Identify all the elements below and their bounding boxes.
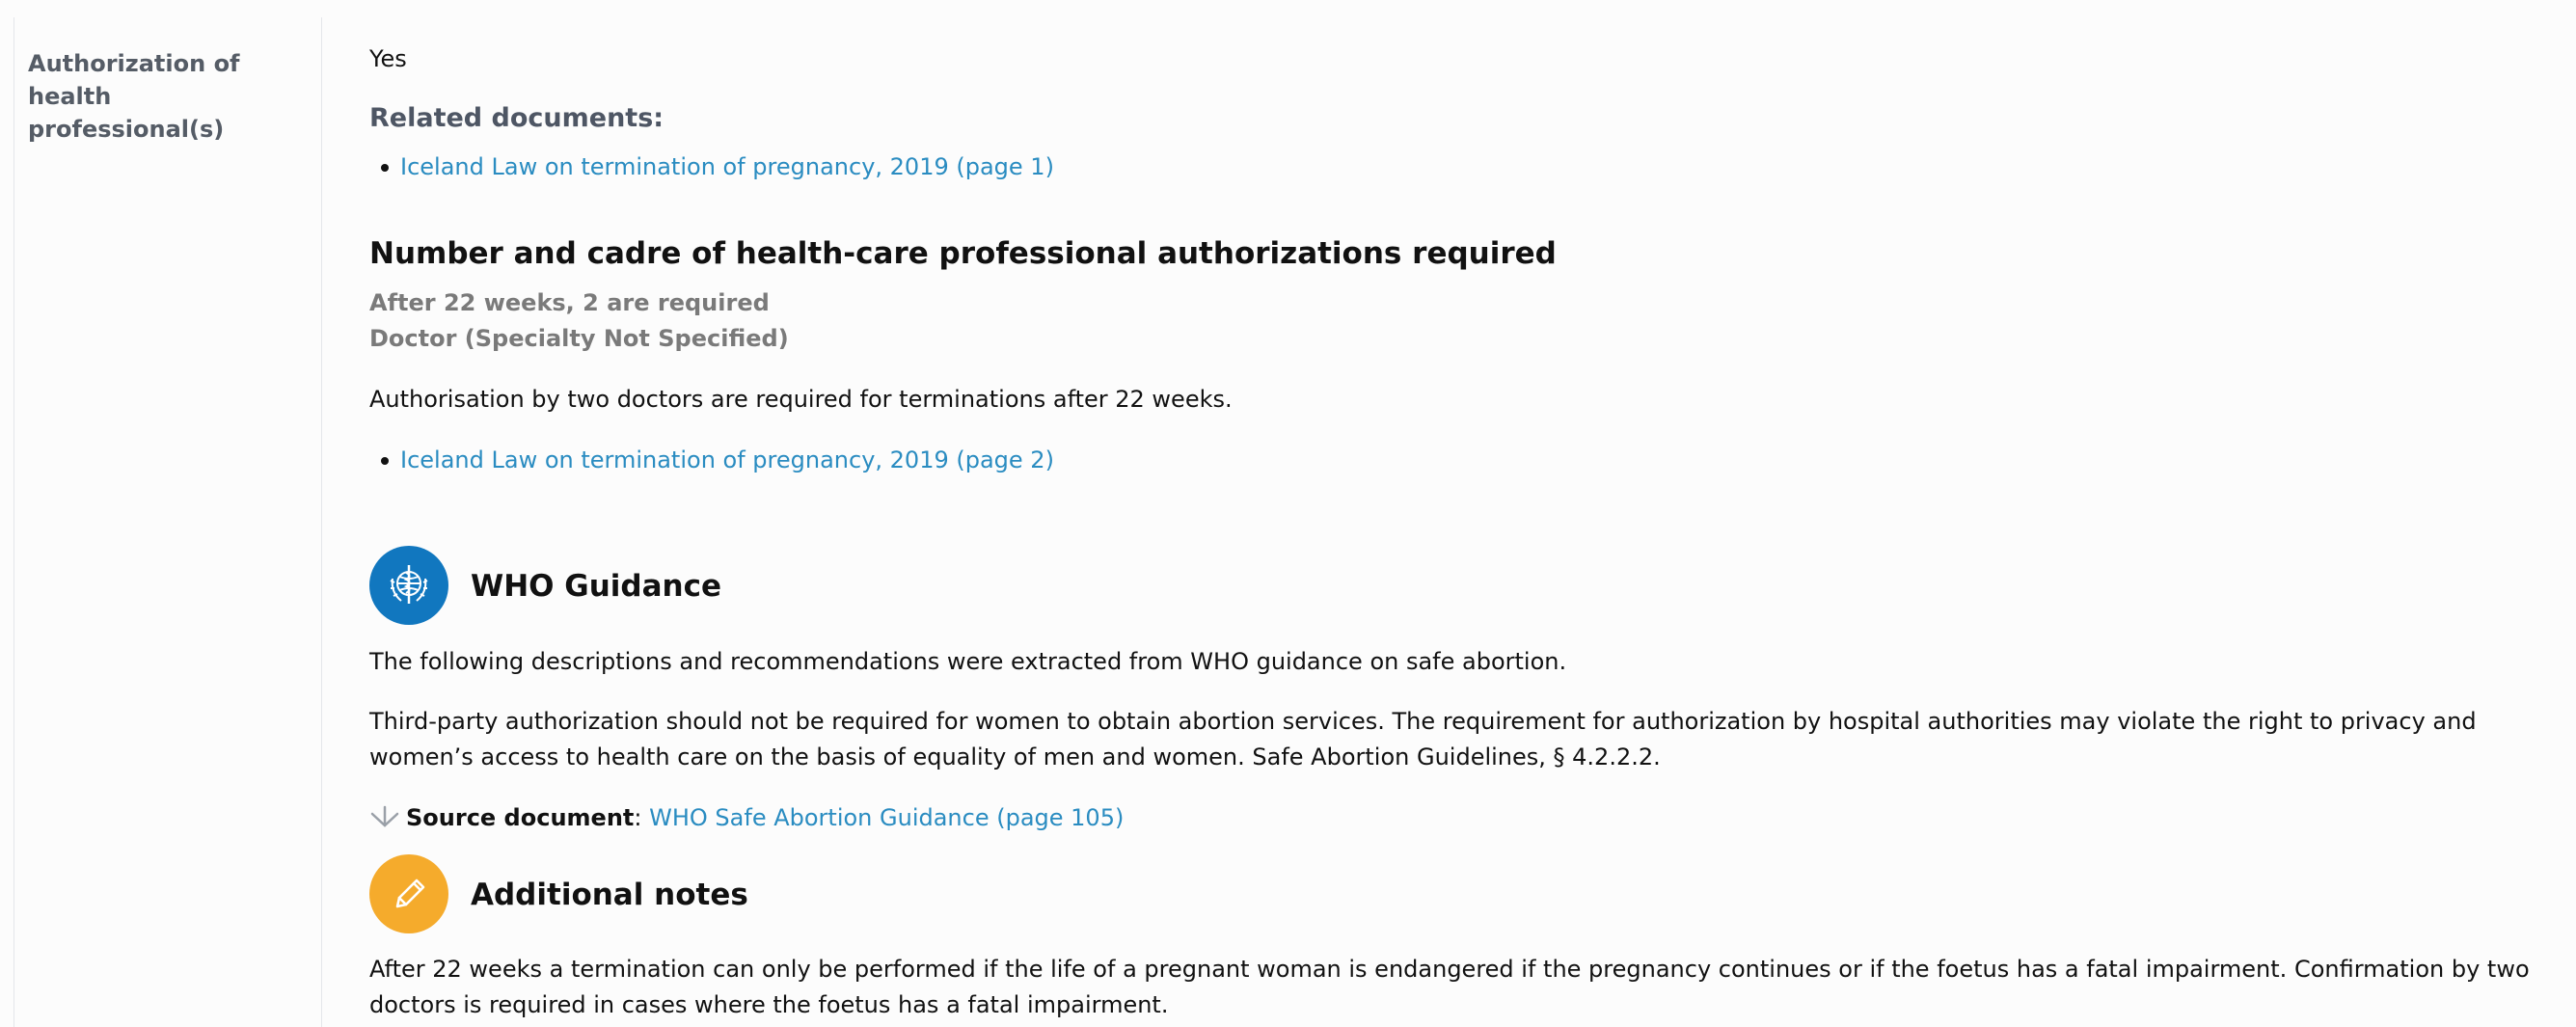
- table-column-divider: [321, 17, 322, 1027]
- pencil-icon: [395, 878, 425, 908]
- source-document-line: Source document: WHO Safe Abortion Guida…: [369, 800, 1124, 835]
- source-document-label: Source document: [406, 804, 635, 831]
- cadre-heading: Number and cadre of health-care professi…: [369, 236, 1557, 271]
- additional-notes-text: After 22 weeks a termination can only be…: [369, 956, 2530, 1018]
- arrow-down-icon: [370, 805, 399, 827]
- cadre-description: Authorisation by two doctors are require…: [369, 386, 1233, 413]
- additional-notes-title: Additional notes: [471, 878, 748, 912]
- authorization-answer: Yes: [369, 45, 407, 72]
- cadre-specialty: Doctor (Specialty Not Specified): [369, 325, 789, 352]
- related-document-item: Iceland Law on termination of pregnancy,…: [369, 149, 1054, 184]
- row-label: Authorization of health professional(s): [28, 50, 240, 143]
- bullet-dot: [381, 164, 389, 172]
- source-document-separator: :: [634, 804, 642, 831]
- who-guidance-intro: The following descriptions and recommend…: [369, 648, 1567, 675]
- who-guidance-title: WHO Guidance: [471, 569, 722, 604]
- notes-badge: [369, 854, 448, 933]
- page: Authorization of health professional(s) …: [0, 0, 2576, 1027]
- bullet-dot: [381, 457, 389, 465]
- source-document-link[interactable]: WHO Safe Abortion Guidance (page 105): [649, 804, 1124, 831]
- who-emblem-icon: [390, 565, 428, 604]
- related-documents-heading: Related documents:: [369, 103, 664, 133]
- related-document-link[interactable]: Iceland Law on termination of pregnancy,…: [400, 153, 1054, 180]
- cadre-document-link[interactable]: Iceland Law on termination of pregnancy,…: [400, 446, 1054, 473]
- cadre-document-item: Iceland Law on termination of pregnancy,…: [369, 443, 1054, 477]
- who-badge: [369, 546, 448, 625]
- who-guidance-recommendation: Third-party authorization should not be …: [369, 708, 2477, 770]
- cadre-requirement: After 22 weeks, 2 are required: [369, 289, 770, 316]
